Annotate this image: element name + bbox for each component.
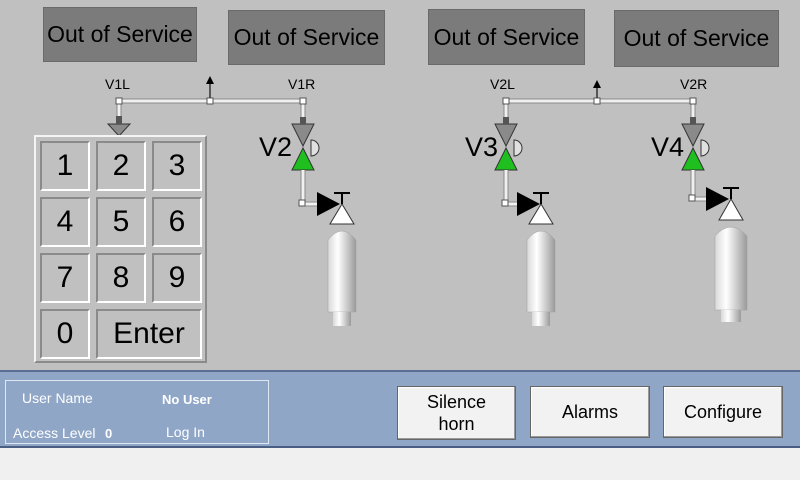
- vent-arrow-icon: [206, 76, 214, 84]
- key-0[interactable]: 0: [40, 309, 90, 359]
- key-7[interactable]: 7: [40, 253, 90, 303]
- valve-label-v1r: V1R: [288, 76, 316, 92]
- enter-key[interactable]: Enter: [96, 309, 202, 359]
- regulator-v2-icon: [317, 192, 355, 225]
- numeric-keypad: 1 2 3 4 5 6 7 8 9 0 Enter: [34, 135, 207, 363]
- valve-name-v2: V2: [259, 132, 293, 162]
- access-level-value: 0: [105, 426, 113, 441]
- key-2[interactable]: 2: [96, 141, 146, 191]
- access-level-label: Access Level: [13, 425, 96, 441]
- key-3[interactable]: 3: [152, 141, 202, 191]
- silence-horn-line1: Silence: [426, 392, 487, 412]
- junction-node: [115, 97, 123, 105]
- login-link[interactable]: Log In: [166, 424, 205, 440]
- valve-v2-icon[interactable]: [291, 117, 320, 171]
- key-6[interactable]: 6: [152, 197, 202, 247]
- user-name-value: No User: [162, 392, 212, 407]
- valve-label-v2l: V2L: [490, 76, 515, 92]
- valve-label-v2r: V2R: [680, 76, 708, 92]
- junction-node: [299, 97, 307, 105]
- valve-name-v4: V4: [651, 132, 685, 162]
- user-name-label: User Name: [22, 390, 93, 406]
- key-4[interactable]: 4: [40, 197, 90, 247]
- key-1[interactable]: 1: [40, 141, 90, 191]
- gas-cylinder-v3: [526, 230, 556, 326]
- vent-arrow-icon: [593, 80, 601, 88]
- key-5[interactable]: 5: [96, 197, 146, 247]
- regulator-v4-icon: [706, 187, 744, 221]
- valve-name-v3: V3: [465, 132, 499, 162]
- silence-horn-button[interactable]: Silence horn: [397, 386, 516, 440]
- valve-v3-icon[interactable]: [494, 117, 523, 171]
- valve-v4-icon[interactable]: [681, 117, 710, 171]
- valve-label-v1l: V1L: [105, 76, 130, 92]
- alarms-button[interactable]: Alarms: [530, 386, 650, 438]
- regulator-v3-icon: [517, 192, 554, 225]
- configure-button[interactable]: Configure: [663, 386, 783, 438]
- gas-cylinder-v2: [327, 230, 357, 326]
- bottom-toolbar: User Name No User Access Level 0 Log In …: [0, 370, 800, 448]
- gas-cylinder-v4: [714, 226, 748, 322]
- user-panel: User Name No User Access Level 0 Log In: [5, 380, 269, 444]
- status-footer: [0, 448, 800, 480]
- key-9[interactable]: 9: [152, 253, 202, 303]
- silence-horn-line2: horn: [438, 414, 475, 434]
- junction-node: [206, 97, 214, 105]
- key-8[interactable]: 8: [96, 253, 146, 303]
